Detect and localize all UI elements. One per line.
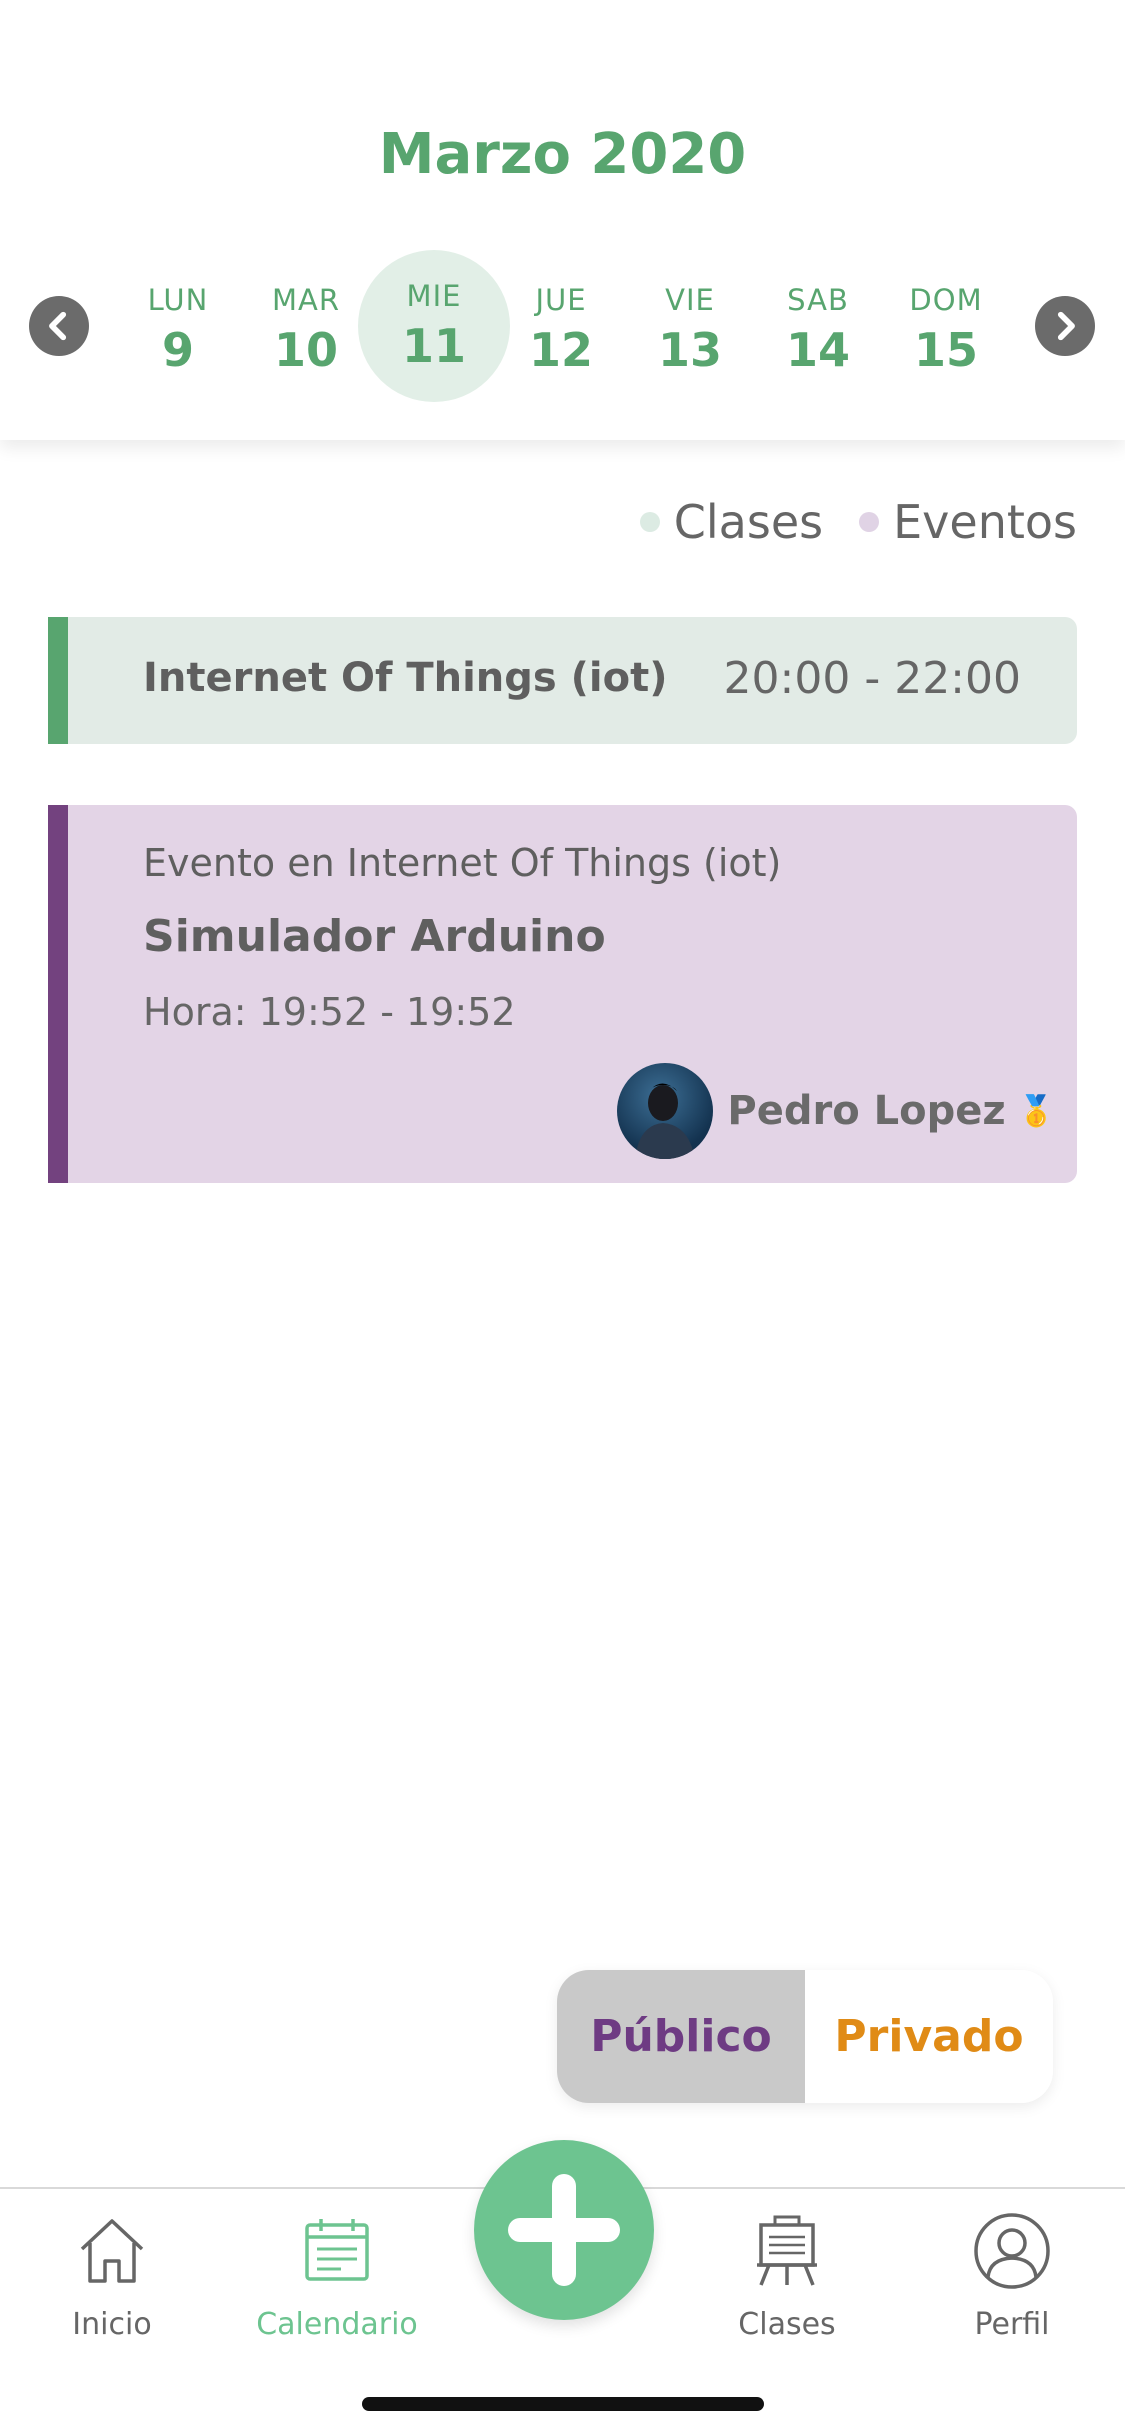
calendar-icon (305, 2219, 369, 2281)
day-tue[interactable]: MAR 10 (246, 270, 366, 390)
home-indicator (362, 2397, 764, 2411)
prev-week-button[interactable] (29, 296, 89, 356)
tab-calendario[interactable]: Calendario (252, 2211, 422, 2342)
event-title: Simulador Arduino (143, 911, 606, 962)
public-button[interactable]: Público (557, 1970, 805, 2103)
tab-clases[interactable]: Clases (702, 2211, 872, 2342)
home-icon (80, 2219, 144, 2283)
day-wed-selected[interactable]: MIE 11 (358, 250, 510, 402)
tab-perfil[interactable]: Perfil (927, 2211, 1097, 2342)
add-button[interactable] (474, 2140, 654, 2320)
day-sun[interactable]: DOM 15 (886, 270, 1006, 390)
event-hour: Hora: 19:52 - 19:52 (143, 990, 516, 1034)
legend-dot-events (859, 512, 880, 532)
class-name: Internet Of Things (iot) (143, 655, 668, 701)
day-mon[interactable]: LUN 9 (118, 270, 238, 390)
user-name: Pedro Lopez (727, 1088, 1006, 1134)
chevron-left-icon (49, 311, 67, 341)
next-week-button[interactable] (1035, 296, 1095, 356)
day-thu[interactable]: JUE 12 (501, 270, 621, 390)
legend-events: Eventos (859, 495, 1077, 549)
avatar (617, 1063, 714, 1159)
legend-classes: Clases (639, 495, 823, 549)
private-button[interactable]: Privado (805, 1970, 1053, 2103)
profile-icon (974, 2213, 1050, 2289)
day-sat[interactable]: SAB 14 (758, 270, 878, 390)
chevron-right-icon (1057, 311, 1075, 341)
legend: Clases Eventos (604, 495, 1077, 549)
visibility-toggle[interactable]: Público Privado (557, 1970, 1053, 2103)
class-time: 20:00 - 22:00 (723, 653, 1021, 704)
tab-inicio[interactable]: Inicio (27, 2211, 197, 2342)
plus-icon (508, 2174, 620, 2286)
event-card[interactable]: Evento en Internet Of Things (iot) Simul… (48, 805, 1077, 1183)
class-card[interactable]: Internet Of Things (iot) 20:00 - 22:00 (48, 617, 1077, 744)
legend-dot-classes (639, 512, 660, 532)
easel-icon (757, 2215, 817, 2286)
day-fri[interactable]: VIE 13 (630, 270, 750, 390)
event-user[interactable]: Pedro Lopez 🥇 (617, 1063, 1055, 1159)
event-subtitle: Evento en Internet Of Things (iot) (143, 841, 782, 885)
month-title: Marzo 2020 (378, 122, 747, 187)
calendar-header: Marzo 2020 LUN 9 MAR 10 MIE 11 JUE 12 VI… (0, 0, 1125, 440)
medal-icon: 🥇 (1017, 1093, 1055, 1129)
